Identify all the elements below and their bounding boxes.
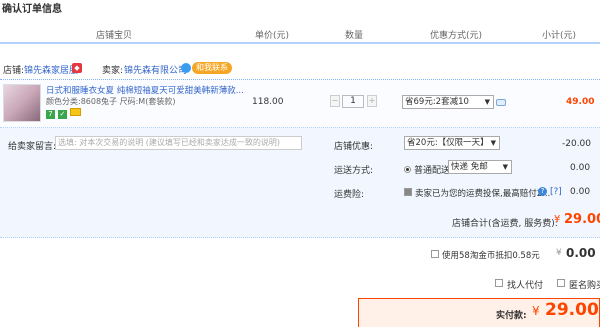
quantity-decrease-button[interactable]: − [330,95,340,107]
shop-label: 店铺: [3,66,25,76]
contact-seller-button[interactable]: 和我联系 [181,62,232,74]
item-thumbnail[interactable] [3,84,41,122]
item-discount-select[interactable]: 省69元:2套减10 ▼ [402,95,494,109]
memo-label: 给卖家留言: [8,142,57,152]
help-icon[interactable]: ? [538,187,547,196]
insurance-text: 卖家已为您的运费投保,最高赔付2... [415,189,551,199]
column-header-quantity: 数量 [345,31,364,41]
item-attributes: 颜色分类:8608兔子 尺码:M(套装款) [46,97,176,106]
shop-discount-value: -20.00 [562,139,592,149]
column-header-unit-price: 单价(元) [255,31,290,41]
column-header-subtotal: 小计(元) [542,31,577,41]
item-subtotal: 49.00 [566,97,595,107]
standard-delivery-radio[interactable] [404,166,411,173]
payment-amount: 29.00 [545,300,599,320]
taobao-coin-label: 使用58淘金币抵扣0.58元 [442,251,540,261]
shipping-type: 普通配送 [414,166,451,176]
column-header-shop-item: 店铺宝贝 [96,31,133,41]
seller-row [0,58,600,80]
quantity-increase-button[interactable]: + [367,95,377,107]
coin-deduction-amount: 0.00 [566,246,596,260]
memo-input[interactable]: 选填: 对本次交易的说明 (建议填写已经和卖家达成一致的说明) [55,136,302,150]
shop-discount-select[interactable]: 省20元:【仅限一天】 ▼ [404,136,500,150]
insurance-label: 运费险: [334,190,365,200]
shop-name-link[interactable]: 锦先森家居服 [24,63,78,76]
column-header-row [0,22,600,44]
shop-total-label: 店铺合计(含运费, 服务费): [452,219,558,229]
item-title-link[interactable]: 日式和服睡衣女夏 纯棉短袖夏天可爱甜美韩新薄款... [46,84,244,96]
payment-label: 实付款: [496,311,527,321]
credit-card-icon [69,108,81,116]
seller-label: 卖家: [102,66,124,76]
taobao-coin-checkbox[interactable] [431,250,439,258]
seller-name-link[interactable]: 锦先森有限公司 [124,63,187,76]
shop-total-amount: 29.00 [564,212,600,227]
item-unit-price: 118.00 [252,97,284,107]
coin-currency: ¥ [556,248,562,258]
shipping-method-select[interactable]: 快递 免邮 ▼ [448,160,512,174]
chevron-down-icon: ▼ [490,139,496,147]
quantity-input[interactable]: 1 [342,95,364,108]
proxy-pay-checkbox[interactable] [495,279,503,287]
chevron-down-icon: ▼ [502,163,508,171]
column-header-discount: 优惠方式(元) [430,31,483,41]
anonymous-purchase-checkbox[interactable] [557,279,565,287]
insurance-checkbox[interactable] [404,188,412,196]
shipping-label: 运送方式: [334,166,374,176]
page-title: 确认订单信息 [2,4,62,15]
item-service-icons: 7 ✓ [46,108,81,119]
insurance-help-link[interactable]: [?] [550,187,562,197]
insurance-fee: 0.00 [570,187,591,197]
shop-discount-label: 店铺优惠: [334,142,374,152]
payment-currency: ¥ [532,304,540,318]
shop-total-currency: ¥ [554,214,561,225]
guarantee-icon: ✓ [57,110,67,119]
discount-info-icon[interactable] [496,99,506,106]
shipping-fee: 0.00 [570,163,591,173]
chevron-down-icon: ▼ [484,98,490,106]
seven-day-return-icon: 7 [46,110,55,119]
anonymous-purchase-label: 匿名购买 [569,281,600,291]
shop-badge-icon: ◆ [72,63,82,73]
wangwang-icon [181,62,191,73]
proxy-pay-label: 找人代付 [507,281,544,291]
